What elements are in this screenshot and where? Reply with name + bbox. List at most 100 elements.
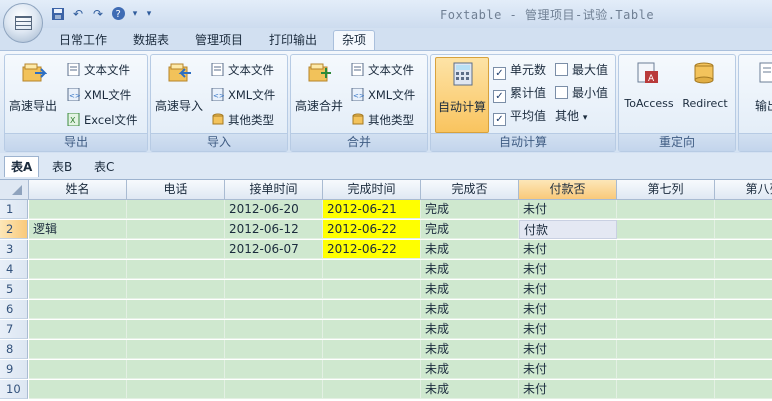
table-cell[interactable] — [617, 320, 715, 339]
row-number[interactable]: 7 — [0, 320, 28, 339]
output-button[interactable]: 输出 — [741, 57, 772, 131]
import-other-type-button[interactable]: 其他类型 — [211, 110, 274, 130]
table-cell[interactable]: 未成 — [421, 300, 519, 319]
table-cell[interactable]: 未付 — [519, 380, 617, 399]
table-cell[interactable] — [225, 280, 323, 299]
table-cell[interactable] — [323, 380, 421, 399]
tab-print-output[interactable]: 打印输出 — [260, 31, 326, 50]
row-number[interactable]: 6 — [0, 300, 28, 319]
table-cell[interactable] — [617, 220, 715, 239]
table-cell[interactable] — [29, 260, 127, 279]
table-cell[interactable]: 2012-06-22 — [323, 220, 421, 239]
table-cell[interactable]: 2012-06-21 — [323, 200, 421, 219]
table-cell[interactable] — [225, 320, 323, 339]
app-menu-button[interactable] — [3, 3, 43, 43]
undo-icon[interactable]: ↶ — [70, 6, 86, 22]
column-header-col7[interactable]: 第七列 — [617, 180, 715, 200]
table-cell[interactable] — [127, 260, 225, 279]
table-cell[interactable] — [617, 300, 715, 319]
table-cell[interactable]: 未付 — [519, 320, 617, 339]
export-xml-file-button[interactable]: <> XML文件 — [67, 85, 131, 105]
sheet-tab-a[interactable]: 表A — [4, 156, 40, 177]
table-cell[interactable] — [617, 260, 715, 279]
table-cell[interactable]: 完成 — [421, 200, 519, 219]
table-cell[interactable] — [617, 360, 715, 379]
save-icon[interactable] — [50, 6, 66, 22]
row-number[interactable]: 5 — [0, 280, 28, 299]
table-cell[interactable] — [715, 380, 772, 399]
row-number[interactable]: 4 — [0, 260, 28, 279]
export-excel-file-button[interactable]: X Excel文件 — [67, 110, 137, 130]
help-icon[interactable]: ? — [110, 6, 126, 22]
table-cell[interactable] — [29, 300, 127, 319]
redirect-button[interactable]: Redirect — [677, 57, 733, 131]
table-cell[interactable] — [323, 340, 421, 359]
table-cell[interactable]: 未付 — [519, 200, 617, 219]
table-cell[interactable] — [225, 260, 323, 279]
table-cell[interactable]: 未成 — [421, 280, 519, 299]
table-cell[interactable]: 未成 — [421, 360, 519, 379]
row-number[interactable]: 1 — [0, 200, 28, 219]
table-cell[interactable] — [715, 280, 772, 299]
table-cell[interactable] — [29, 280, 127, 299]
table-cell[interactable] — [29, 200, 127, 219]
table-cell[interactable] — [323, 360, 421, 379]
table-cell[interactable] — [323, 280, 421, 299]
table-cell[interactable]: 未付 — [519, 340, 617, 359]
table-cell[interactable] — [323, 260, 421, 279]
export-text-file-button[interactable]: 文本文件 — [67, 60, 130, 80]
column-header-complete-time[interactable]: 完成时间 — [323, 180, 421, 200]
table-cell[interactable] — [127, 340, 225, 359]
table-cell[interactable] — [715, 200, 772, 219]
column-header-paid[interactable]: 付款否 — [519, 180, 617, 200]
sheet-tab-b[interactable]: 表B — [46, 157, 78, 177]
table-cell[interactable]: 未成 — [421, 380, 519, 399]
table-cell[interactable] — [715, 220, 772, 239]
table-cell[interactable]: 未付 — [519, 280, 617, 299]
table-cell[interactable] — [225, 340, 323, 359]
table-cell[interactable] — [29, 360, 127, 379]
tab-misc[interactable]: 杂项 — [333, 30, 375, 50]
table-cell[interactable] — [715, 300, 772, 319]
check-cumulative[interactable]: ✓ 累计值 — [493, 83, 546, 103]
table-cell[interactable]: 逻辑 — [29, 220, 127, 239]
table-cell[interactable]: 2012-06-07 — [225, 240, 323, 259]
table-cell[interactable] — [127, 200, 225, 219]
table-cell[interactable] — [323, 320, 421, 339]
dropdown-arrow-icon[interactable]: ▾ — [130, 6, 140, 22]
import-text-file-button[interactable]: 文本文件 — [211, 60, 274, 80]
table-cell[interactable]: 未成 — [421, 260, 519, 279]
table-cell[interactable] — [29, 340, 127, 359]
table-cell[interactable] — [29, 380, 127, 399]
check-max[interactable]: 最大值 — [555, 60, 608, 80]
row-number[interactable]: 9 — [0, 360, 28, 379]
table-cell[interactable] — [127, 320, 225, 339]
import-xml-file-button[interactable]: <> XML文件 — [211, 85, 275, 105]
column-header-phone[interactable]: 电话 — [127, 180, 225, 200]
table-cell[interactable] — [617, 280, 715, 299]
row-number[interactable]: 3 — [0, 240, 28, 259]
auto-calc-button[interactable]: 自动计算 — [435, 57, 489, 133]
table-cell[interactable] — [127, 360, 225, 379]
column-header-name[interactable]: 姓名 — [29, 180, 127, 200]
table-cell[interactable] — [617, 380, 715, 399]
row-number[interactable]: 2 — [0, 220, 28, 239]
customize-icon[interactable]: ▾ — [144, 6, 154, 22]
table-cell[interactable]: 2012-06-22 — [323, 240, 421, 259]
table-cell[interactable] — [29, 320, 127, 339]
table-cell[interactable]: 付款 — [519, 220, 617, 239]
fast-merge-button[interactable]: 高速合并 — [293, 57, 345, 131]
table-cell[interactable] — [225, 360, 323, 379]
column-header-completed[interactable]: 完成否 — [421, 180, 519, 200]
table-cell[interactable] — [715, 360, 772, 379]
check-cell-count[interactable]: ✓ 单元数 — [493, 60, 546, 80]
table-cell[interactable] — [715, 320, 772, 339]
column-header-col8[interactable]: 第八列 — [715, 180, 772, 200]
other-calc-dropdown[interactable]: 其他 ▾ — [555, 106, 587, 126]
redo-icon[interactable]: ↷ — [90, 6, 106, 22]
table-cell[interactable]: 未付 — [519, 300, 617, 319]
sheet-tab-c[interactable]: 表C — [88, 157, 120, 177]
tab-data-table[interactable]: 数据表 — [124, 31, 178, 50]
table-cell[interactable]: 2012-06-20 — [225, 200, 323, 219]
row-number[interactable]: 8 — [0, 340, 28, 359]
